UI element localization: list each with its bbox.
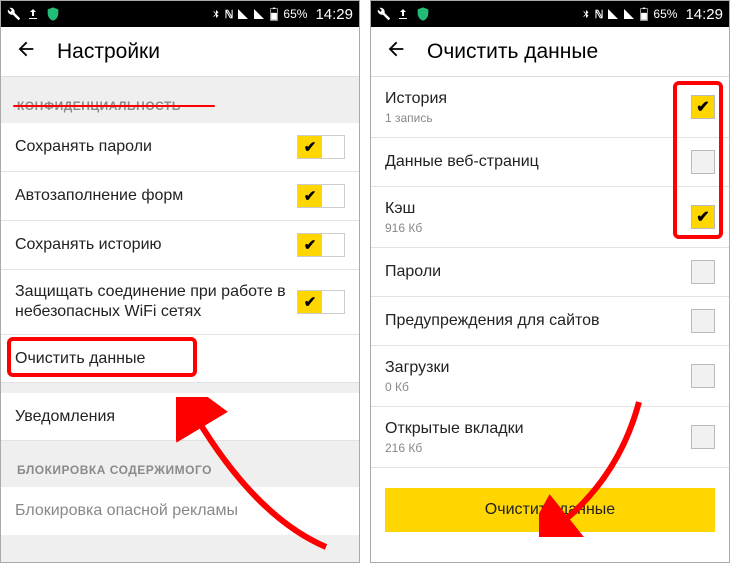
battery-percent: 65% (653, 7, 677, 21)
app-header: Настройки (1, 27, 359, 77)
row-tabs[interactable]: Открытые вкладки 216 Кб (371, 407, 729, 468)
back-arrow-icon[interactable] (385, 38, 407, 65)
checkbox-warnings[interactable] (691, 309, 715, 333)
row-cache[interactable]: Кэш 916 Кб ✔ (371, 187, 729, 248)
page-title: Очистить данные (427, 40, 598, 64)
back-arrow-icon[interactable] (15, 38, 37, 65)
row-clear-data[interactable]: Очистить данные (1, 335, 359, 383)
checkbox-downloads[interactable] (691, 364, 715, 388)
signal-icon (623, 8, 635, 20)
upload-icon (397, 8, 409, 20)
shield-icon (45, 6, 61, 22)
checkbox-cache[interactable]: ✔ (691, 205, 715, 229)
status-bar: ℕ 65% 14:29 (371, 1, 729, 27)
signal-icon (237, 8, 249, 20)
signal-icon (253, 8, 265, 20)
page-title: Настройки (57, 40, 160, 64)
row-history[interactable]: История 1 запись ✔ (371, 77, 729, 138)
nfc-icon: ℕ (595, 8, 604, 21)
screenshot-right: ℕ 65% 14:29 Очистить данные История 1 за… (370, 0, 730, 563)
app-header: Очистить данные (371, 27, 729, 77)
battery-icon (269, 7, 279, 21)
wrench-icon (377, 7, 391, 21)
status-bar: ℕ 65% 14:29 (1, 1, 359, 27)
signal-icon (607, 8, 619, 20)
shield-icon (415, 6, 431, 22)
section-header-block: БЛОКИРОВКА СОДЕРЖИМОГО (1, 441, 359, 487)
row-downloads[interactable]: Загрузки 0 Кб (371, 346, 729, 407)
section-header-privacy: КОНФИДЕНЦИАЛЬНОСТЬ (1, 77, 359, 123)
battery-icon (639, 7, 649, 21)
row-webdata[interactable]: Данные веб-страниц (371, 138, 729, 187)
row-save-history[interactable]: Сохранять историю ✔ (1, 221, 359, 270)
battery-percent: 65% (283, 7, 307, 21)
screenshot-left: ℕ 65% 14:29 Настройки КОНФИДЕНЦИАЛЬНОСТЬ… (0, 0, 360, 563)
row-protect-wifi[interactable]: Защищать соединение при работе в небезоп… (1, 270, 359, 335)
checkbox-passwords[interactable] (691, 260, 715, 284)
row-block-ads[interactable]: Блокировка опасной рекламы (1, 487, 359, 535)
row-warnings[interactable]: Предупреждения для сайтов (371, 297, 729, 346)
nfc-icon: ℕ (225, 8, 234, 21)
checkbox-webdata[interactable] (691, 150, 715, 174)
checkbox-tabs[interactable] (691, 425, 715, 449)
checkbox-history[interactable]: ✔ (691, 95, 715, 119)
toggle-save-history[interactable]: ✔ (297, 233, 345, 257)
bluetooth-icon (581, 7, 591, 21)
row-autofill[interactable]: Автозаполнение форм ✔ (1, 172, 359, 221)
wrench-icon (7, 7, 21, 21)
row-save-passwords[interactable]: Сохранять пароли ✔ (1, 123, 359, 172)
clock: 14:29 (315, 6, 353, 23)
row-passwords[interactable]: Пароли (371, 248, 729, 297)
bluetooth-icon (211, 7, 221, 21)
toggle-protect-wifi[interactable]: ✔ (297, 290, 345, 314)
upload-icon (27, 8, 39, 20)
row-notifications[interactable]: Уведомления (1, 393, 359, 441)
toggle-autofill[interactable]: ✔ (297, 184, 345, 208)
toggle-save-passwords[interactable]: ✔ (297, 135, 345, 159)
clock: 14:29 (685, 6, 723, 23)
clear-data-button[interactable]: Очистить данные (385, 488, 715, 532)
